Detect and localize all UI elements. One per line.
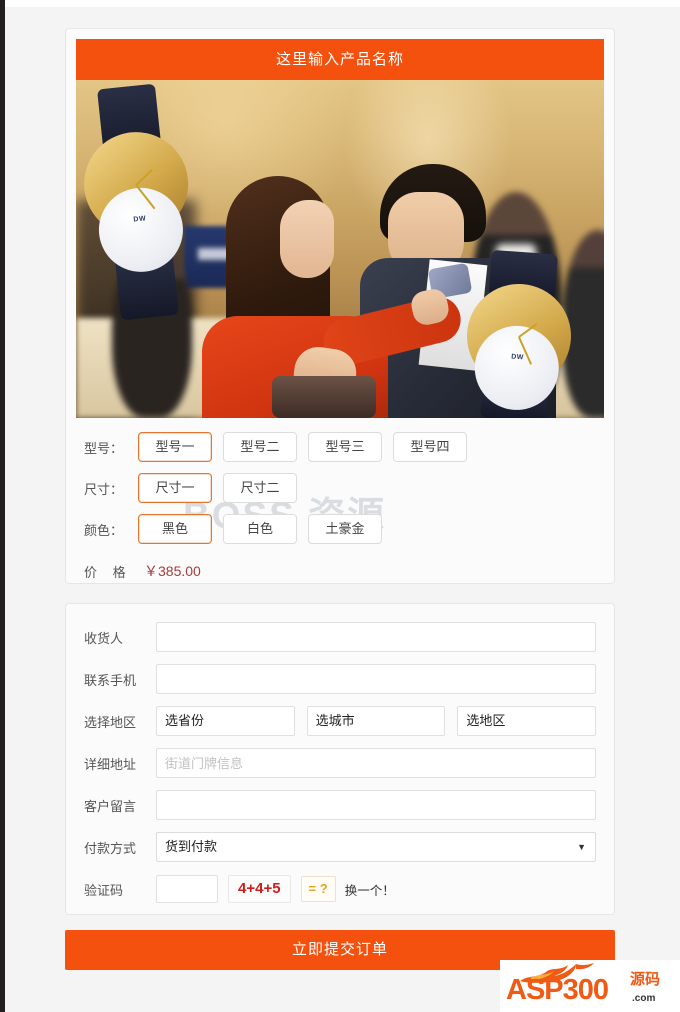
watch-brand-mark: DW <box>511 354 524 362</box>
form-row-phone: 联系手机 <box>66 658 614 700</box>
province-select[interactable]: 选省份 <box>156 706 295 736</box>
label-address: 详细地址 <box>84 754 156 773</box>
district-select[interactable]: 选地区 <box>457 706 596 736</box>
captcha-question: 4+4+5 <box>228 875 291 903</box>
label-phone: 联系手机 <box>84 670 156 689</box>
region-selectors: 选省份 选城市 选地区 <box>156 706 596 736</box>
option-row-size: 尺寸： 尺寸一 尺寸二 <box>66 473 614 503</box>
option-model-0[interactable]: 型号一 <box>138 432 212 462</box>
asp300-logo[interactable]: ASP300 源码 .com <box>500 960 680 1012</box>
form-row-captcha: 验证码 4+4+5 = ? 换一个！ <box>66 868 614 910</box>
option-color-0[interactable]: 黑色 <box>138 514 212 544</box>
price-row: 价 格 ￥385.00 <box>66 555 614 581</box>
receiver-input[interactable] <box>156 622 596 652</box>
price-value: ￥385.00 <box>144 561 201 581</box>
option-row-model: 型号： 型号一 型号二 型号三 型号四 <box>66 432 614 462</box>
address-input[interactable] <box>156 748 596 778</box>
watch-case: DW <box>463 280 574 391</box>
option-label-color: 颜色： <box>84 520 138 539</box>
option-model-1[interactable]: 型号二 <box>223 432 297 462</box>
option-size-1[interactable]: 尺寸二 <box>223 473 297 503</box>
captcha-equals-icon: = ? <box>301 876 336 902</box>
option-color-1[interactable]: 白色 <box>223 514 297 544</box>
remark-input[interactable] <box>156 790 596 820</box>
watch-case: DW <box>79 127 193 241</box>
option-row-color: 颜色： 黑色 白色 土豪金 <box>66 514 614 544</box>
price-label: 价 格 <box>84 562 138 581</box>
page-root: 这里输入产品名称 <box>5 7 680 1012</box>
logo-dotcom-text: .com <box>632 993 655 1004</box>
payment-method-value: 货到付款 <box>165 839 217 854</box>
option-model-3[interactable]: 型号四 <box>393 432 467 462</box>
product-image[interactable]: DW DW <box>76 80 604 418</box>
label-receiver: 收货人 <box>84 628 156 647</box>
option-size-0[interactable]: 尺寸一 <box>138 473 212 503</box>
label-captcha: 验证码 <box>84 880 156 899</box>
label-payment: 付款方式 <box>84 838 156 857</box>
form-row-region: 选择地区 选省份 选城市 选地区 <box>66 700 614 742</box>
city-select[interactable]: 选城市 <box>307 706 446 736</box>
watch-hour-hand <box>136 169 153 186</box>
product-card: 这里输入产品名称 <box>65 28 615 584</box>
option-label-size: 尺寸： <box>84 479 138 498</box>
watch-product-inset-right: DW <box>438 247 599 418</box>
product-options: 型号： 型号一 型号二 型号三 型号四 尺寸： 尺寸一 尺寸二 颜色： 黑色 白… <box>66 418 614 581</box>
logo-asp-text: ASP <box>506 974 563 1006</box>
watch-brand-mark: DW <box>133 215 146 223</box>
logo-cn-text: 源码 <box>630 968 660 989</box>
form-row-address: 详细地址 <box>66 742 614 784</box>
payment-method-select[interactable]: 货到付款 ▼ <box>156 832 596 862</box>
woman-face <box>280 200 334 278</box>
label-remark: 客户留言 <box>84 796 156 815</box>
option-color-2[interactable]: 土豪金 <box>308 514 382 544</box>
handbag <box>272 376 376 418</box>
chevron-down-icon: ▼ <box>577 833 586 861</box>
logo-wordmark: ASP300 <box>506 976 608 1005</box>
product-title: 这里输入产品名称 <box>76 39 604 80</box>
form-row-remark: 客户留言 <box>66 784 614 826</box>
logo-300-text: 300 <box>563 974 608 1006</box>
option-label-model: 型号： <box>84 438 138 457</box>
form-row-receiver: 收货人 <box>66 616 614 658</box>
captcha-input[interactable] <box>156 875 218 903</box>
form-row-payment: 付款方式 货到付款 ▼ <box>66 826 614 868</box>
captcha-refresh-link[interactable]: 换一个！ <box>345 880 395 899</box>
option-model-2[interactable]: 型号三 <box>308 432 382 462</box>
order-form-card: 收货人 联系手机 选择地区 选省份 选城市 选地区 详细地址 客户留言 付款方式 <box>65 603 615 915</box>
page-edge-top-white <box>5 0 680 7</box>
label-region: 选择地区 <box>84 712 156 731</box>
captcha-group: 4+4+5 = ? 换一个！ <box>156 875 596 903</box>
phone-input[interactable] <box>156 664 596 694</box>
